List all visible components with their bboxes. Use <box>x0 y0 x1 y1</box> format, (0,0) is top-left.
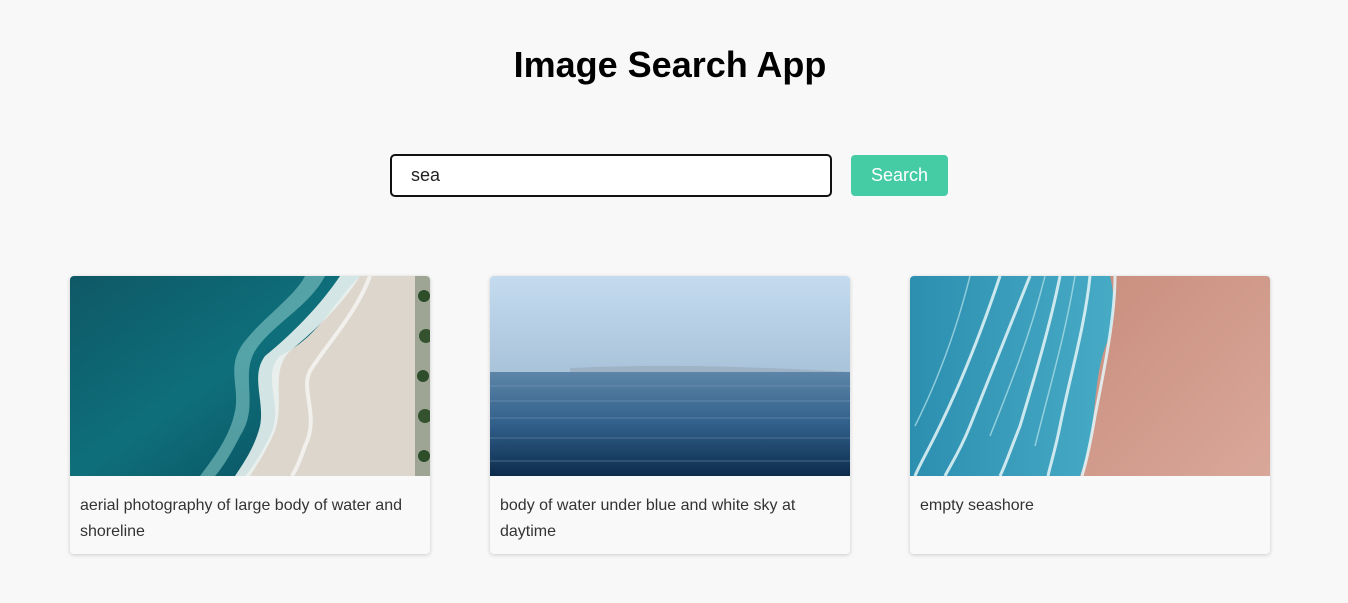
image-card[interactable]: aerial photography of large body of wate… <box>70 276 430 554</box>
result-image-open-sea[interactable] <box>490 276 850 476</box>
result-caption: body of water under blue and white sky a… <box>500 497 796 540</box>
app-root: Image Search App Search <box>0 0 1348 603</box>
results-grid: aerial photography of large body of wate… <box>70 276 1270 554</box>
search-form: Search <box>390 154 948 197</box>
image-card[interactable]: empty seashore <box>910 276 1270 554</box>
image-card[interactable]: body of water under blue and white sky a… <box>490 276 850 554</box>
page-title: Image Search App <box>513 44 827 85</box>
search-button[interactable]: Search <box>851 155 948 196</box>
result-caption: aerial photography of large body of wate… <box>80 497 402 540</box>
result-image-empty-seashore[interactable] <box>910 276 1270 476</box>
search-input[interactable] <box>390 154 832 197</box>
result-caption: empty seashore <box>920 497 1034 514</box>
result-image-aerial-shoreline[interactable] <box>70 276 430 476</box>
